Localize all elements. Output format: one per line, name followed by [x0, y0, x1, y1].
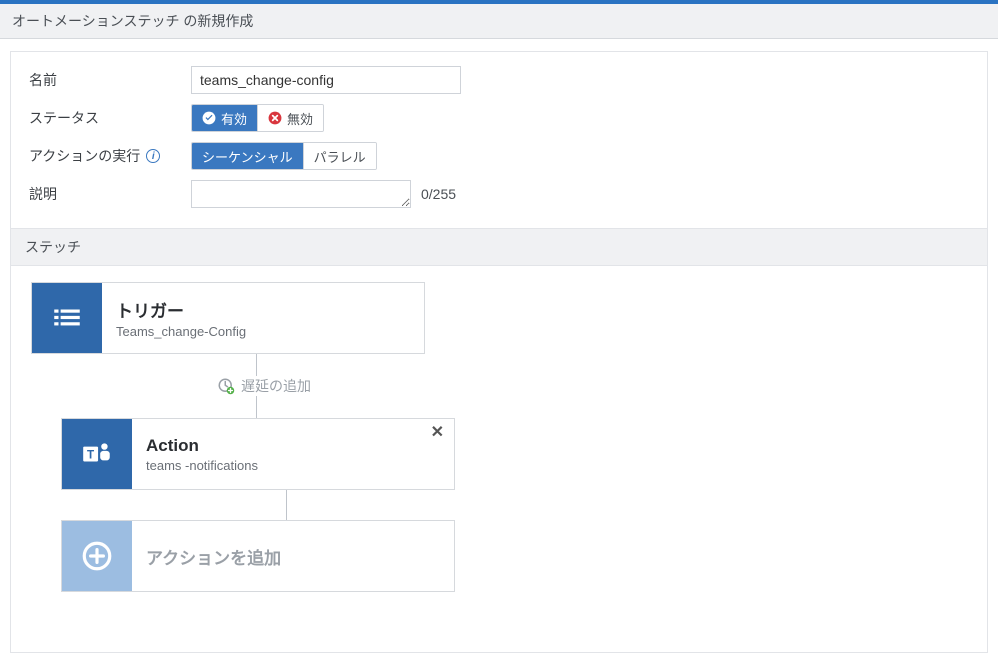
row-exec: アクションの実行 i シーケンシャル パラレル — [29, 142, 969, 170]
action-sub: teams -notifications — [146, 458, 440, 473]
action-tile: T — [62, 419, 132, 489]
add-action-card[interactable]: アクションを追加 — [61, 520, 455, 592]
form-area: 名前 ステータス 有効 — [11, 52, 987, 228]
connector-line — [256, 354, 257, 376]
exec-parallel-button[interactable]: パラレル — [304, 143, 376, 169]
list-icon — [50, 301, 84, 335]
exec-sequential-label: シーケンシャル — [202, 147, 293, 166]
page-title-text: オートメーションステッチ の新規作成 — [12, 13, 253, 29]
trigger-tile — [32, 283, 102, 353]
plus-circle-icon — [80, 539, 114, 573]
desc-counter: 0/255 — [421, 186, 456, 202]
check-circle-icon — [202, 111, 216, 125]
clock-plus-icon — [217, 377, 235, 395]
connector-line — [286, 490, 287, 520]
status-disabled-label: 無効 — [287, 109, 313, 128]
status-disabled-button[interactable]: 無効 — [258, 105, 323, 131]
main-panel: 名前 ステータス 有効 — [10, 51, 988, 653]
connector-line — [256, 396, 257, 418]
stitch-header: ステッチ — [11, 228, 987, 266]
status-enabled-button[interactable]: 有効 — [192, 105, 258, 131]
teams-icon: T — [80, 437, 114, 471]
svg-text:T: T — [87, 448, 94, 461]
desc-label: 説明 — [29, 184, 191, 204]
add-delay-label: 遅延の追加 — [241, 376, 311, 396]
row-description: 説明 0/255 — [29, 180, 969, 208]
exec-label-text: アクションの実行 — [29, 146, 140, 166]
description-textarea[interactable] — [191, 180, 411, 208]
stitch-header-text: ステッチ — [25, 239, 81, 255]
status-enabled-label: 有効 — [221, 109, 247, 128]
remove-action-button[interactable]: ✕ — [431, 425, 444, 441]
add-delay-button[interactable]: 遅延の追加 — [217, 376, 967, 396]
x-circle-icon — [268, 111, 282, 125]
exec-label: アクションの実行 i — [29, 146, 191, 166]
add-action-label: アクションを追加 — [146, 544, 440, 569]
exec-sequential-button[interactable]: シーケンシャル — [192, 143, 304, 169]
exec-toggle: シーケンシャル パラレル — [191, 142, 377, 170]
name-label: 名前 — [29, 70, 191, 90]
name-input[interactable] — [191, 66, 461, 94]
info-icon[interactable]: i — [146, 149, 160, 163]
trigger-title: トリガー — [116, 297, 410, 322]
trigger-card[interactable]: トリガー Teams_change-Config — [31, 282, 425, 354]
page-title: オートメーションステッチ の新規作成 — [0, 4, 998, 39]
exec-parallel-label: パラレル — [314, 147, 366, 166]
action-title: Action — [146, 436, 440, 456]
status-label: ステータス — [29, 108, 191, 128]
trigger-sub: Teams_change-Config — [116, 324, 410, 339]
row-status: ステータス 有効 無効 — [29, 104, 969, 132]
status-toggle: 有効 無効 — [191, 104, 324, 132]
add-action-tile — [62, 521, 132, 591]
row-name: 名前 — [29, 66, 969, 94]
action-card[interactable]: T Action teams -notifications ✕ — [61, 418, 455, 490]
stitch-canvas: トリガー Teams_change-Config 遅延の追加 — [11, 266, 987, 652]
